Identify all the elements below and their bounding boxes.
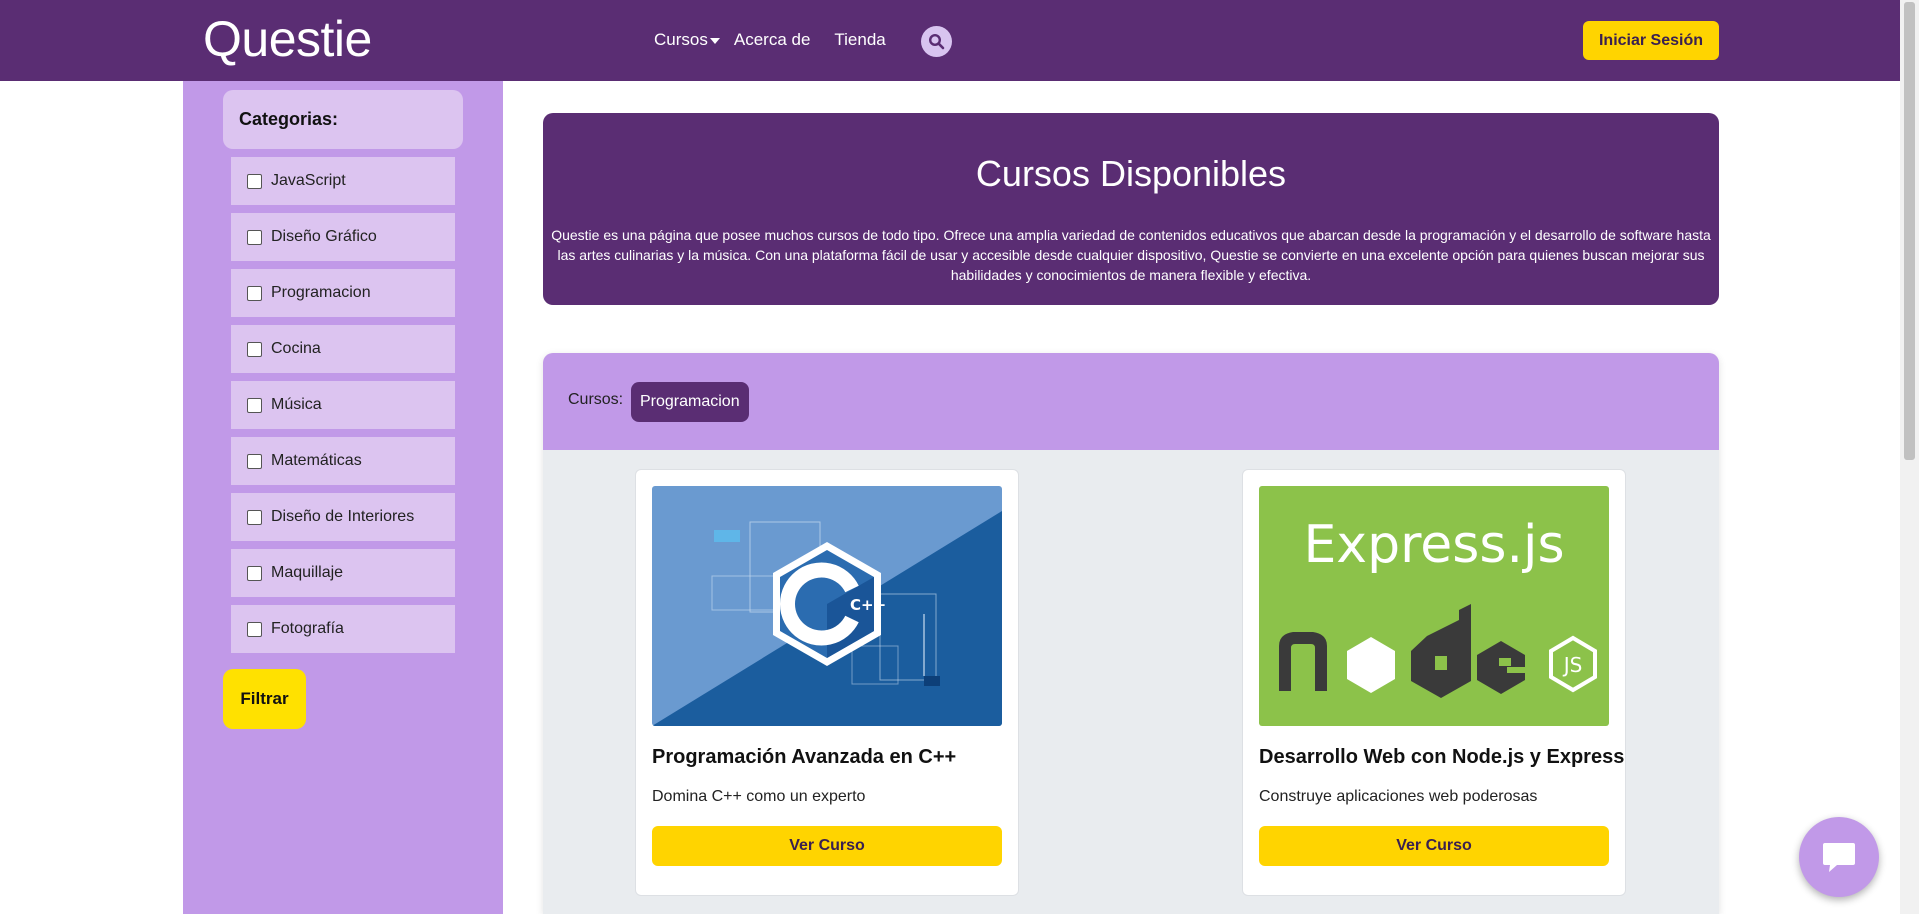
category-label: Música [271,396,322,413]
site-logo[interactable]: Questie [203,10,372,68]
courses-label: Cursos: [568,391,624,408]
course-description: Construye aplicaciones web poderosas [1259,788,1538,805]
category-checkbox[interactable] [247,565,262,581]
course-card: Express.js JS Desarrollo Web con Node.js… [1242,469,1626,896]
category-checkbox[interactable] [247,173,262,189]
category-label: Matemáticas [271,452,362,469]
category-checkbox[interactable] [247,397,262,413]
login-button[interactable]: Iniciar Sesión [1583,21,1719,60]
course-image-express: Express.js JS [1259,486,1609,726]
chat-button[interactable] [1799,817,1879,897]
categories-title: Categorias: [223,90,463,149]
course-title: Programación Avanzada en C++ [652,746,957,768]
category-checkbox[interactable] [247,509,262,525]
category-item-matematicas[interactable]: Matemáticas [231,437,455,485]
category-list: JavaScript Diseño Gráfico Programacion C… [231,157,455,661]
course-card: C++ Programación Avanzada en C++ Domina … [635,469,1019,896]
category-label: Fotografía [271,620,344,637]
cpp-logo-image: C++ [652,486,1002,726]
category-label: Cocina [271,340,321,357]
category-item-diseno-grafico[interactable]: Diseño Gráfico [231,213,455,261]
view-course-button[interactable]: Ver Curso [1259,826,1609,866]
category-label: Diseño de Interiores [271,508,415,525]
category-checkbox[interactable] [247,285,262,301]
category-checkbox[interactable] [247,453,262,469]
category-checkbox[interactable] [247,229,262,245]
category-label: Maquillaje [271,564,344,581]
filter-button[interactable]: Filtrar [223,669,306,729]
category-item-musica[interactable]: Música [231,381,455,429]
category-checkbox[interactable] [247,621,262,637]
category-checkbox[interactable] [247,341,262,357]
page-scrollbar[interactable] [1900,0,1919,914]
courses-panel-header: Cursos: Programacion [543,353,1719,450]
chat-bubble-icon [1823,843,1855,872]
express-node-logo-image: Express.js JS [1259,486,1609,726]
top-navbar: Questie Cursos Acerca de Tienda Iniciar … [0,0,1900,81]
category-item-programacion[interactable]: Programacion [231,269,455,317]
scrollbar-thumb[interactable] [1904,2,1915,460]
page-title: Cursos Disponibles [975,153,1287,194]
course-title: Desarrollo Web con Node.js y Express [1259,746,1625,768]
nav-courses-dropdown[interactable]: Cursos [654,30,720,50]
category-item-fotografia[interactable]: Fotografía [231,605,455,653]
search-icon [928,33,945,50]
nav-about[interactable]: Acerca de [734,30,811,50]
chevron-down-icon [709,38,720,44]
category-label: Diseño Gráfico [271,228,377,245]
category-item-diseno-interiores[interactable]: Diseño de Interiores [231,493,455,541]
category-item-maquillaje[interactable]: Maquillaje [231,549,455,597]
category-label: Programacion [271,284,371,301]
svg-text:JS: JS [1562,653,1583,677]
courses-panel: Cursos: Programacion C++ Programación Av… [543,353,1719,914]
hero-description: Questie es una página que posee muchos c… [551,227,1711,283]
category-label: JavaScript [271,172,346,189]
hero-banner: Cursos Disponibles Questie es una página… [543,113,1719,305]
course-description: Domina C++ como un experto [652,788,866,805]
main-nav: Cursos Acerca de Tienda [654,30,886,50]
nav-courses-label: Cursos [654,30,708,49]
cpp-logo-text: C++ [850,596,886,614]
course-image-cpp: C++ [652,486,1002,726]
express-logo-text: Express.js [1303,515,1564,575]
category-sidebar: Categorias: JavaScript Diseño Gráfico Pr… [183,81,503,914]
view-course-button[interactable]: Ver Curso [652,826,1002,866]
category-item-cocina[interactable]: Cocina [231,325,455,373]
search-button[interactable] [921,26,952,57]
category-item-javascript[interactable]: JavaScript [231,157,455,205]
nav-store[interactable]: Tienda [834,30,885,50]
active-category-tag[interactable]: Programacion [631,382,749,422]
